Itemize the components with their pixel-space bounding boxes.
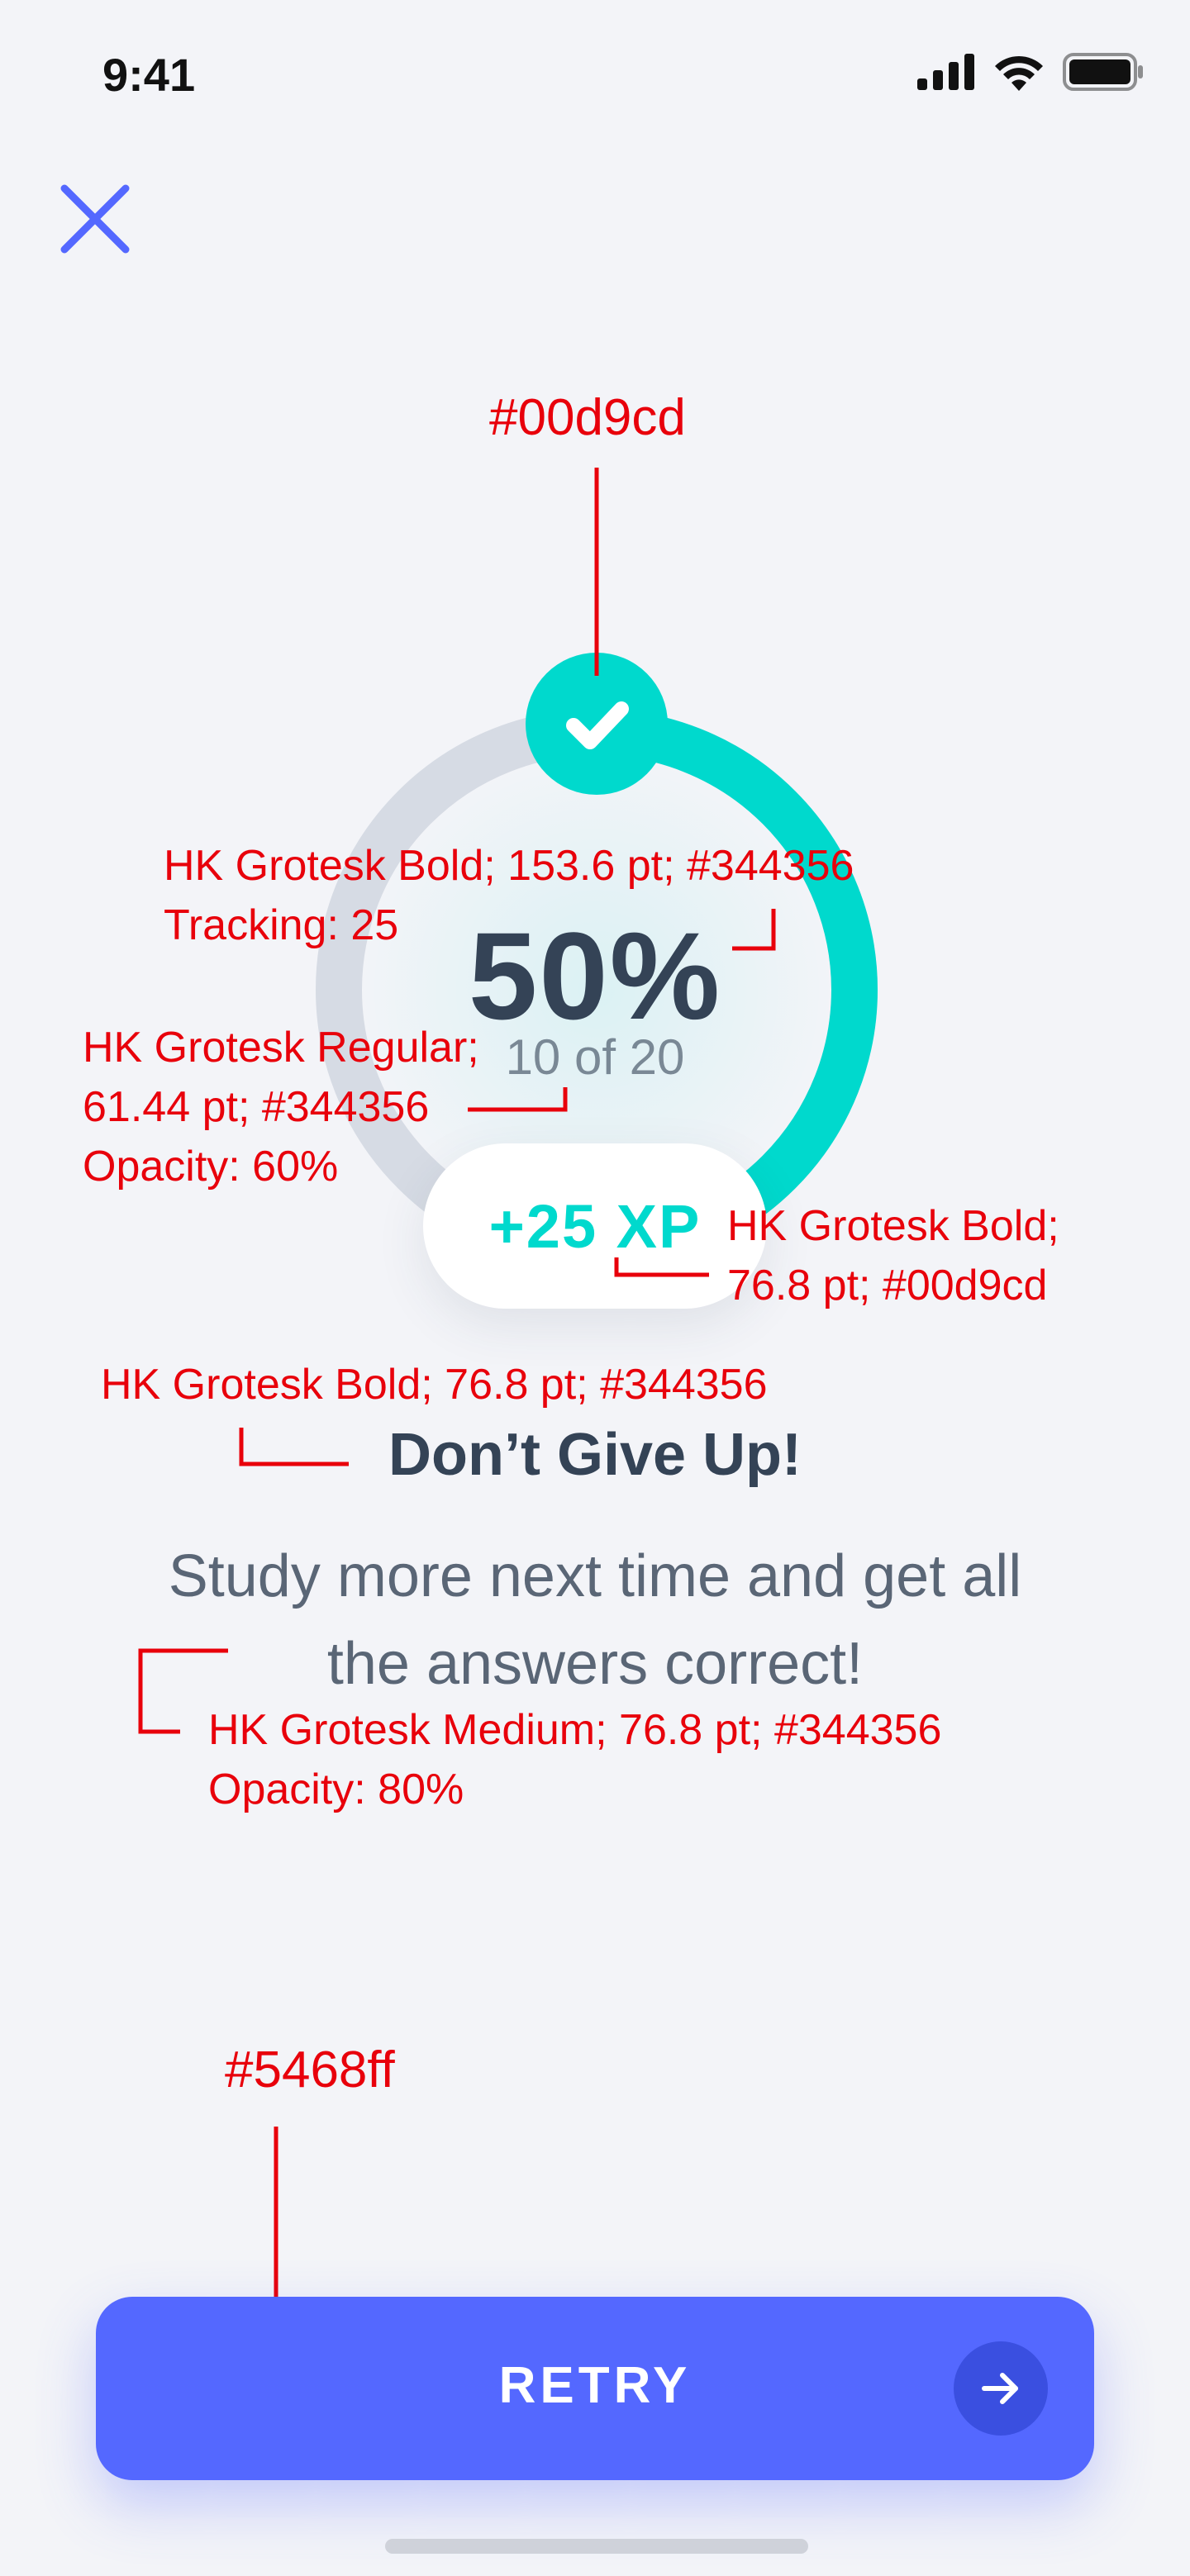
annotation-count-size: 61.44 pt; #344356 [83, 1083, 430, 1131]
result-message: Study more next time and get all the ans… [168, 1543, 1022, 1697]
annotation-body-font: HK Grotesk Medium; 76.8 pt; #344356 [208, 1706, 942, 1754]
close-icon [60, 184, 130, 254]
home-indicator [385, 2539, 808, 2554]
retry-button[interactable]: RETRY [96, 2297, 1094, 2480]
annotation-percent-tracking: Tracking: 25 [164, 901, 399, 949]
annotation-count-font: HK Grotesk Regular; [83, 1024, 479, 1072]
check-badge [526, 653, 668, 795]
annotation-button-color: #5468ff [225, 2041, 395, 2098]
annotation-body-opacity: Opacity: 80% [208, 1766, 464, 1813]
annotation-xp-size: 76.8 pt; #00d9cd [727, 1262, 1048, 1309]
status-time: 9:41 [102, 49, 196, 101]
annotation-xp-font: HK Grotesk Bold; [727, 1202, 1059, 1250]
close-button[interactable] [60, 183, 131, 254]
annotation-count-opacity: Opacity: 60% [83, 1143, 339, 1191]
xp-label: +25 XP [488, 1191, 702, 1261]
retry-arrow [954, 2341, 1048, 2436]
xp-badge: +25 XP [423, 1143, 767, 1309]
annotation-check-color: #00d9cd [489, 389, 686, 446]
retry-label: RETRY [498, 2357, 692, 2414]
annotation-headline-font: HK Grotesk Bold; 76.8 pt; #344356 [101, 1361, 768, 1409]
arrow-right-icon [982, 2373, 1018, 2404]
result-headline: Don’t Give Up! [388, 1422, 802, 1488]
signal-icon [917, 54, 974, 90]
battery-icon [1063, 53, 1143, 91]
check-icon [566, 701, 629, 749]
wifi-icon [995, 55, 1043, 91]
annotation-percent-font: HK Grotesk Bold; 153.6 pt; #344356 [164, 842, 854, 890]
status-icons [917, 53, 1145, 91]
